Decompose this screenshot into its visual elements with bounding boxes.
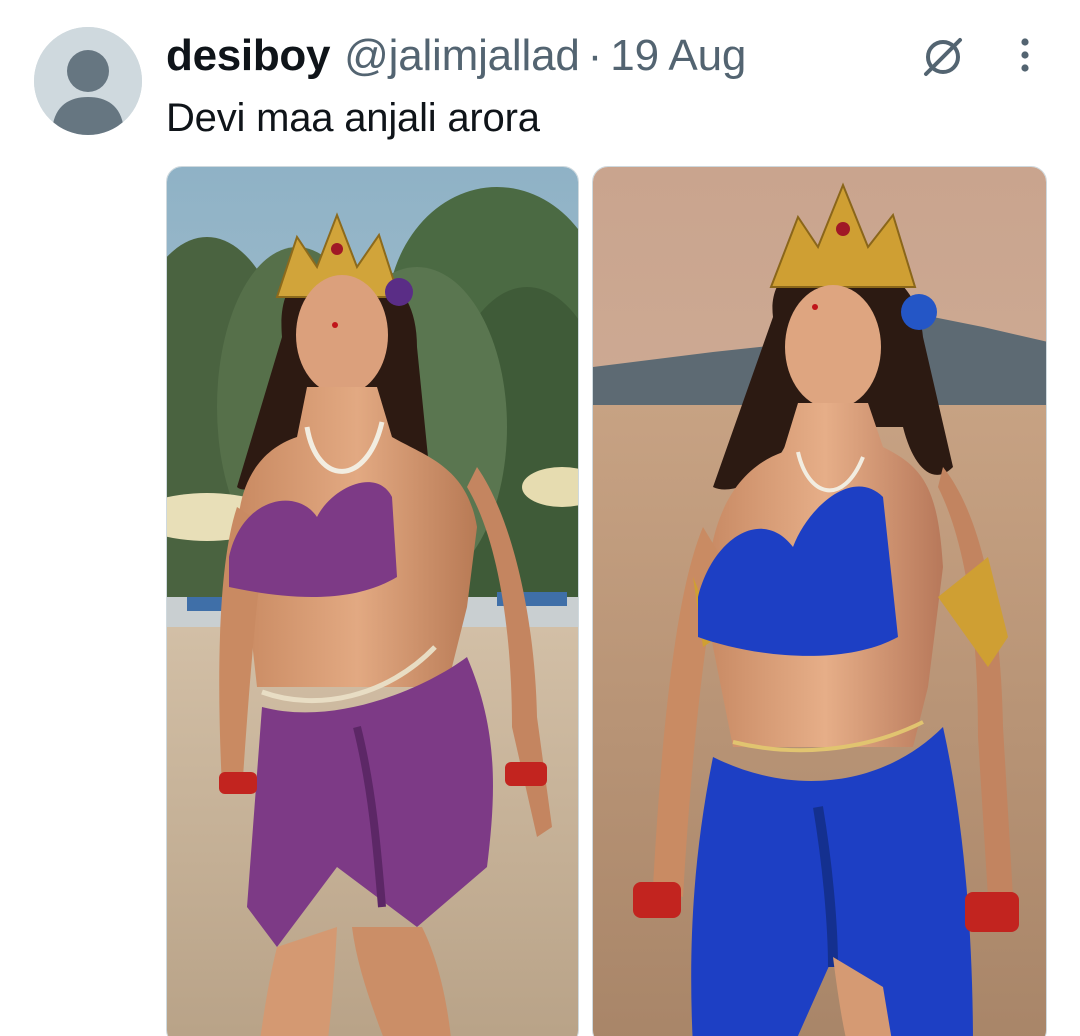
default-avatar-icon [34, 27, 142, 135]
avatar[interactable] [34, 27, 142, 135]
photo-blue-outfit [593, 167, 1046, 1036]
tweet-header: desiboy @jalimjallad · 19 Aug [166, 28, 746, 84]
user-handle[interactable]: @jalimjallad [344, 28, 580, 84]
tweet-date[interactable]: 19 Aug [610, 28, 746, 84]
display-name[interactable]: desiboy [166, 28, 330, 84]
photo-purple-outfit [167, 167, 578, 1036]
media-image-left[interactable] [166, 166, 579, 1036]
tweet-text: Devi maa anjali arora [166, 96, 540, 140]
grok-icon[interactable] [918, 32, 968, 82]
media-image-right[interactable] [592, 166, 1047, 1036]
more-options-icon[interactable] [1008, 34, 1042, 80]
separator-dot: · [587, 31, 603, 80]
